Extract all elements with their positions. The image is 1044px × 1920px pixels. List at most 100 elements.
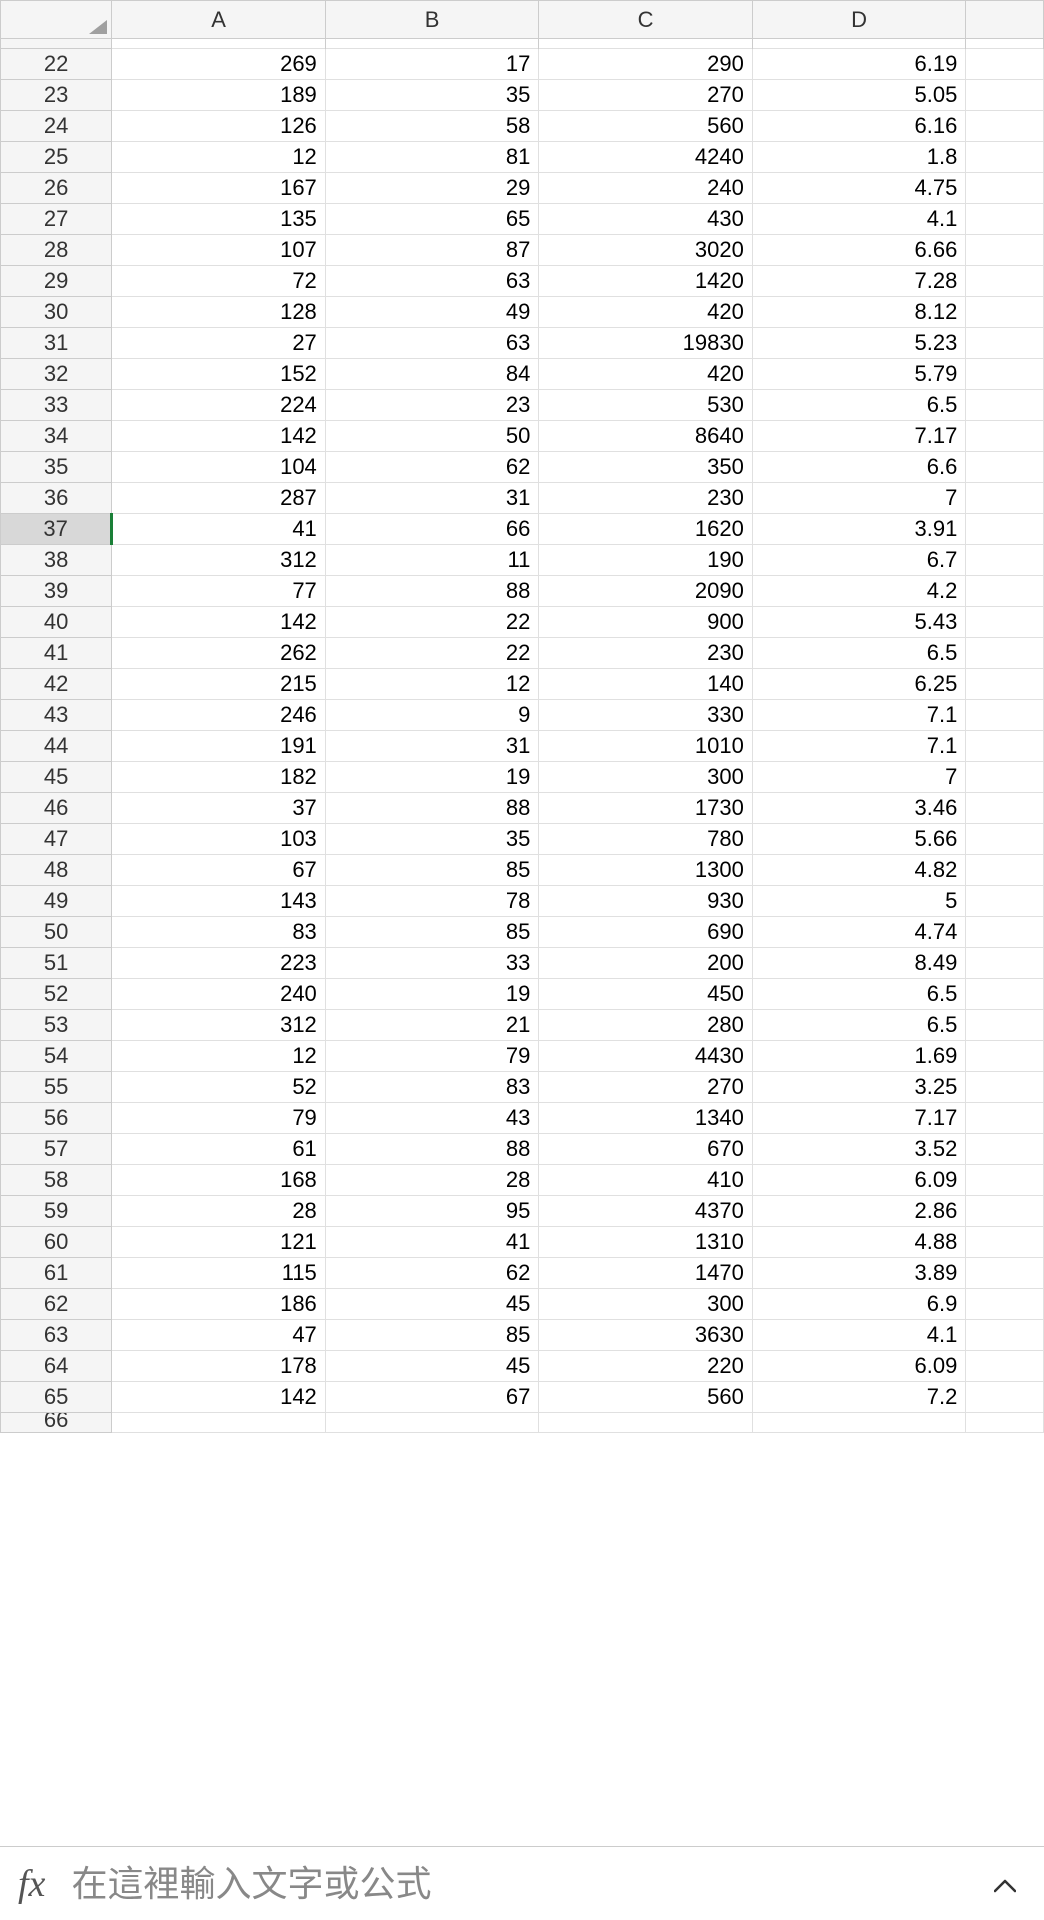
cell[interactable]: 6.09: [752, 1351, 966, 1382]
cell[interactable]: [966, 948, 1044, 979]
cell[interactable]: 3.91: [752, 514, 966, 545]
cell[interactable]: 3.52: [752, 1134, 966, 1165]
cell[interactable]: 215: [112, 669, 326, 700]
cell[interactable]: 88: [325, 793, 539, 824]
cell[interactable]: 780: [539, 824, 753, 855]
row-header[interactable]: 31: [1, 328, 112, 359]
cell[interactable]: 3.46: [752, 793, 966, 824]
cell[interactable]: 31: [325, 731, 539, 762]
cell[interactable]: 189: [112, 80, 326, 111]
cell[interactable]: 4.74: [752, 917, 966, 948]
cell[interactable]: 7.17: [752, 421, 966, 452]
cell[interactable]: 3.25: [752, 1072, 966, 1103]
cell[interactable]: 12: [112, 1041, 326, 1072]
cell[interactable]: 670: [539, 1134, 753, 1165]
cell[interactable]: [966, 1320, 1044, 1351]
cell[interactable]: [966, 1351, 1044, 1382]
row-header[interactable]: 52: [1, 979, 112, 1010]
row-header[interactable]: 49: [1, 886, 112, 917]
cell[interactable]: 19: [325, 979, 539, 1010]
cell[interactable]: [966, 483, 1044, 514]
cell[interactable]: 6.6: [752, 452, 966, 483]
cell[interactable]: 27: [112, 328, 326, 359]
cell[interactable]: 200: [539, 948, 753, 979]
row-header[interactable]: 54: [1, 1041, 112, 1072]
cell[interactable]: [966, 514, 1044, 545]
cell[interactable]: [966, 235, 1044, 266]
row-header[interactable]: 51: [1, 948, 112, 979]
cell[interactable]: 121: [112, 1227, 326, 1258]
cell[interactable]: [112, 1413, 326, 1433]
cell[interactable]: 142: [112, 607, 326, 638]
cell[interactable]: 104: [112, 452, 326, 483]
cell[interactable]: [966, 700, 1044, 731]
cell[interactable]: [966, 576, 1044, 607]
cell[interactable]: 287: [112, 483, 326, 514]
cell[interactable]: 58: [325, 111, 539, 142]
cell[interactable]: 135: [112, 204, 326, 235]
cell[interactable]: [966, 1165, 1044, 1196]
cell[interactable]: [966, 1413, 1044, 1433]
cell[interactable]: 62: [325, 452, 539, 483]
cell[interactable]: 1620: [539, 514, 753, 545]
cell[interactable]: 7.1: [752, 700, 966, 731]
row-header[interactable]: 55: [1, 1072, 112, 1103]
cell[interactable]: 240: [112, 979, 326, 1010]
cell[interactable]: [966, 607, 1044, 638]
cell[interactable]: 4430: [539, 1041, 753, 1072]
cell[interactable]: 3630: [539, 1320, 753, 1351]
cell[interactable]: 81: [325, 142, 539, 173]
cell[interactable]: 41: [112, 514, 326, 545]
cell[interactable]: 88: [325, 576, 539, 607]
cell[interactable]: 78: [325, 886, 539, 917]
cell[interactable]: 420: [539, 297, 753, 328]
cell[interactable]: 6.09: [752, 1165, 966, 1196]
row-header[interactable]: 53: [1, 1010, 112, 1041]
cell[interactable]: 29: [325, 173, 539, 204]
row-header[interactable]: 64: [1, 1351, 112, 1382]
cell[interactable]: 182: [112, 762, 326, 793]
column-header-extra[interactable]: [966, 1, 1044, 39]
cell[interactable]: 410: [539, 1165, 753, 1196]
cell[interactable]: 191: [112, 731, 326, 762]
cell[interactable]: 31: [325, 483, 539, 514]
cell[interactable]: 152: [112, 359, 326, 390]
cell[interactable]: 22: [325, 638, 539, 669]
cell[interactable]: 350: [539, 452, 753, 483]
cell[interactable]: 1470: [539, 1258, 753, 1289]
cell[interactable]: 45: [325, 1289, 539, 1320]
cell[interactable]: 62: [325, 1258, 539, 1289]
row-header[interactable]: 48: [1, 855, 112, 886]
cell[interactable]: 83: [325, 1072, 539, 1103]
column-header-b[interactable]: B: [325, 1, 539, 39]
row-header[interactable]: 60: [1, 1227, 112, 1258]
cell[interactable]: [966, 638, 1044, 669]
cell[interactable]: 6.5: [752, 979, 966, 1010]
cell[interactable]: 22: [325, 607, 539, 638]
row-header[interactable]: 28: [1, 235, 112, 266]
cell[interactable]: 450: [539, 979, 753, 1010]
cell[interactable]: 5.43: [752, 607, 966, 638]
cell[interactable]: [966, 979, 1044, 1010]
cell[interactable]: 5.66: [752, 824, 966, 855]
cell[interactable]: [966, 297, 1044, 328]
cell[interactable]: 142: [112, 1382, 326, 1413]
cell[interactable]: [966, 452, 1044, 483]
cell[interactable]: 190: [539, 545, 753, 576]
cell[interactable]: 6.5: [752, 638, 966, 669]
cell[interactable]: [966, 545, 1044, 576]
cell[interactable]: 8640: [539, 421, 753, 452]
cell[interactable]: 85: [325, 917, 539, 948]
row-header[interactable]: 43: [1, 700, 112, 731]
cell[interactable]: 223: [112, 948, 326, 979]
row-header[interactable]: 36: [1, 483, 112, 514]
row-header[interactable]: 26: [1, 173, 112, 204]
cell[interactable]: 6.66: [752, 235, 966, 266]
row-header[interactable]: 62: [1, 1289, 112, 1320]
cell[interactable]: 35: [325, 80, 539, 111]
row-header[interactable]: 40: [1, 607, 112, 638]
cell[interactable]: 6.16: [752, 111, 966, 142]
cell[interactable]: 11: [325, 545, 539, 576]
cell[interactable]: 52: [112, 1072, 326, 1103]
cell[interactable]: 246: [112, 700, 326, 731]
